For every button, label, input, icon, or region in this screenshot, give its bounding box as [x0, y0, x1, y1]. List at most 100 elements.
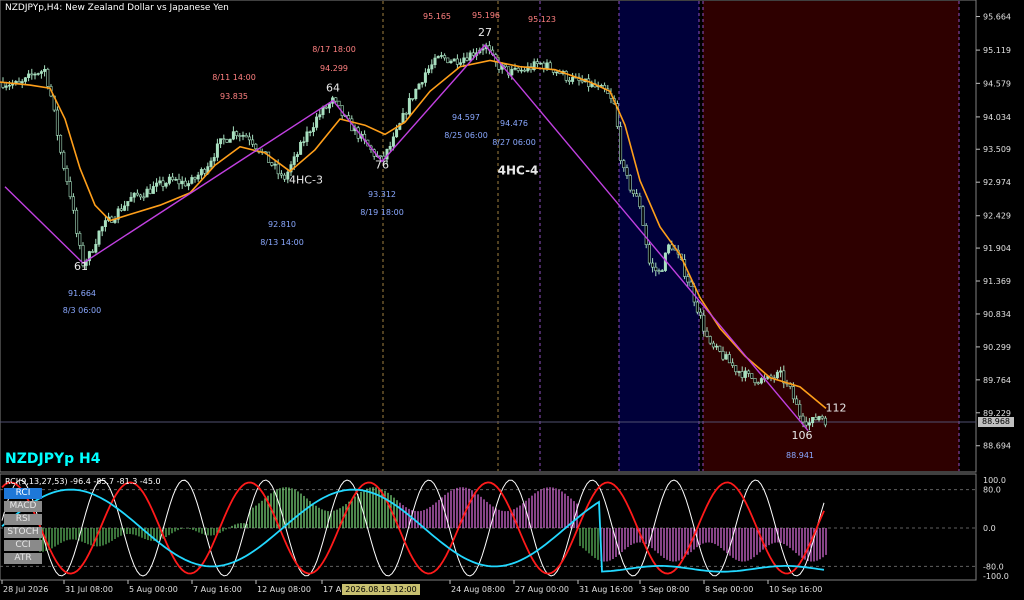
- indicator-button-atr[interactable]: ATR: [4, 553, 42, 564]
- candle-body: [823, 417, 827, 426]
- candle-body: [407, 98, 411, 115]
- pivot-label: 64: [326, 81, 340, 94]
- candle-body: [177, 178, 181, 185]
- high-annotation-time: 8/11 14:00: [212, 73, 256, 82]
- candle-body: [132, 192, 136, 198]
- candle-body: [731, 362, 735, 366]
- candle-body: [334, 97, 338, 102]
- candle-body: [305, 131, 309, 142]
- candle-body: [791, 386, 795, 400]
- candle-body: [91, 251, 95, 253]
- candle-body: [30, 73, 34, 76]
- indicator-button-rsi[interactable]: RSI: [4, 514, 42, 525]
- candle-body: [215, 143, 219, 158]
- candle-body: [619, 126, 623, 161]
- candle-body: [430, 64, 434, 70]
- candle-body: [651, 262, 655, 268]
- candle-body: [267, 151, 271, 163]
- y-tick-label: 92.429: [983, 212, 1011, 221]
- candle-body: [212, 157, 216, 162]
- candle-body: [308, 131, 312, 134]
- rci-tick-label: 80.0: [983, 486, 1001, 495]
- candle-body: [251, 139, 255, 145]
- candle-body: [801, 415, 805, 423]
- candle-body: [638, 195, 642, 208]
- candle-body: [228, 138, 232, 143]
- indicator-button-rci[interactable]: RCI: [4, 488, 42, 499]
- candle-body: [199, 169, 203, 176]
- candle-body: [468, 52, 472, 61]
- candle-body: [167, 176, 171, 184]
- candle-body: [516, 67, 520, 71]
- low-annotation-time: 8/27 06:00: [492, 138, 536, 147]
- candle-body: [465, 57, 469, 61]
- candle-body: [395, 129, 399, 138]
- y-tick-label: 93.509: [983, 145, 1011, 154]
- candle-body: [203, 169, 207, 174]
- candle-body: [273, 163, 277, 166]
- candle-body: [222, 138, 226, 140]
- candle-body: [190, 177, 194, 184]
- candle-body: [68, 181, 72, 198]
- candle-body: [161, 180, 165, 187]
- candle-body: [97, 230, 101, 245]
- candle-body: [388, 146, 392, 150]
- candle-body: [417, 83, 421, 90]
- rci-tick-label: -100.0: [983, 572, 1009, 581]
- indicator-button-stoch[interactable]: STOCH: [4, 527, 42, 538]
- candle-body: [411, 98, 415, 100]
- x-tick-label: 3 Sep 08:00: [641, 585, 689, 594]
- candle-body: [420, 82, 424, 85]
- candle-body: [244, 135, 248, 138]
- x-tick-label: 12 Aug 08:00: [257, 585, 311, 594]
- candle-body: [4, 85, 8, 88]
- symbol-label: NZDJPYp H4: [5, 451, 101, 467]
- indicator-button-macd[interactable]: MACD: [4, 501, 42, 512]
- x-tick-label: 7 Aug 16:00: [193, 585, 242, 594]
- candle-body: [807, 422, 811, 426]
- chart-stage[interactable]: 61 64 76 27 106 112 4HC-3 4HC-4 91.664 8/3 06:00 9…: [0, 0, 1024, 600]
- indicator-button-cci[interactable]: CCI: [4, 540, 42, 551]
- price-axis: 95.664 95.119 94.579 94.034 93.509 92.974 92.4…: [976, 13, 1011, 451]
- candle-body: [427, 68, 431, 74]
- x-tick-label: 8 Sep 00:00: [705, 585, 753, 594]
- low-annotation-price: 94.476: [500, 119, 528, 128]
- pivot-label: 61: [74, 260, 88, 273]
- candle-body: [820, 416, 824, 419]
- candle-body: [180, 180, 184, 185]
- candle-body: [404, 113, 408, 115]
- candle-body: [270, 162, 274, 166]
- y-tick-label: 95.664: [983, 13, 1011, 22]
- candle-body: [779, 370, 783, 373]
- candle-body: [171, 176, 175, 181]
- low-annotation-time: 8/13 14:00: [260, 238, 304, 247]
- candle-body: [337, 100, 341, 106]
- candle-body: [689, 281, 693, 287]
- pivot-label: 76: [375, 158, 389, 171]
- candle-body: [503, 64, 507, 68]
- candle-body: [641, 206, 645, 226]
- candle-body: [571, 76, 575, 82]
- candle-body: [292, 156, 296, 165]
- x-tick-label: 31 Aug 16:00: [579, 585, 633, 594]
- candle-body: [158, 180, 162, 184]
- x-tick-label: 28 Jul 2026: [3, 585, 48, 594]
- candle-body: [119, 208, 123, 211]
- candle-body: [510, 69, 514, 76]
- high-annotation-time: 8/17 18:00: [312, 45, 356, 54]
- candle-body: [705, 330, 709, 337]
- y-tick-label: 91.369: [983, 277, 1011, 286]
- chart-title: NZDJPYp,H4: New Zealand Dollar vs Japane…: [5, 3, 229, 13]
- candle-body: [142, 196, 146, 199]
- candle-body: [718, 345, 722, 352]
- candle-body: [139, 194, 143, 198]
- candle-body: [299, 141, 303, 155]
- candle-body: [545, 62, 549, 70]
- candle-body: [443, 55, 447, 59]
- candle-body: [695, 301, 699, 313]
- y-tick-label: 94.579: [983, 79, 1011, 88]
- candle-body: [183, 180, 187, 187]
- y-tick-label: 91.904: [983, 244, 1011, 253]
- candle-body: [36, 73, 40, 75]
- candle-body: [667, 244, 671, 254]
